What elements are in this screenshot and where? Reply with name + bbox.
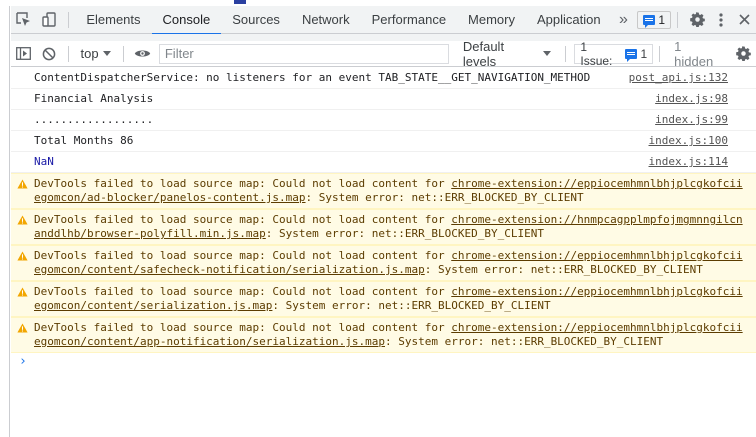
console-messages: ContentDispatcherService: no listeners f…: [11, 68, 756, 375]
log-levels-label: Default levels: [462, 38, 505, 69]
context-selector-label: top: [80, 46, 99, 61]
warning-icon: [17, 323, 28, 333]
warning-prefix: DevTools failed to load source map: Coul…: [34, 177, 452, 190]
tab-network[interactable]: Network: [291, 6, 361, 34]
warning-message: DevTools failed to load source map: Coul…: [11, 209, 756, 245]
warning-icon: [17, 215, 28, 225]
prompt-chevron-icon: ›: [19, 354, 27, 369]
tab-console[interactable]: Console: [151, 6, 222, 35]
warning-icon: [17, 179, 28, 189]
issues-count: 1: [640, 46, 648, 61]
tab-bar-actions: [671, 6, 756, 34]
warning-message: DevTools failed to load source map: Coul…: [11, 317, 756, 353]
console-message: NaN index.js:114: [11, 152, 756, 173]
warning-prefix: DevTools failed to load source map: Coul…: [34, 321, 452, 334]
clear-console-icon[interactable]: [36, 41, 61, 67]
warning-suffix: : System error: net::ERR_BLOCKED_BY_CLIE…: [385, 335, 664, 348]
issues-badge-count: 1: [658, 12, 665, 27]
issues-counter-button[interactable]: 1 Issue: 1: [574, 40, 654, 68]
console-message: Financial Analysis index.js:98: [11, 89, 756, 110]
toolbar-divider: [659, 45, 661, 62]
issues-badge[interactable]: 1: [637, 10, 671, 29]
devtools-tab-bar: Elements Console Sources Network Perform…: [11, 6, 756, 35]
gear-icon[interactable]: [684, 6, 710, 34]
source-link[interactable]: index.js:99: [655, 113, 728, 127]
console-message: .................. index.js:99: [11, 110, 756, 131]
warning-icon: [17, 251, 28, 261]
source-link[interactable]: post_api.js:132: [629, 71, 728, 85]
tab-memory[interactable]: Memory: [457, 6, 526, 34]
tab-application[interactable]: Application: [526, 6, 612, 34]
tab-sources[interactable]: Sources: [221, 6, 291, 34]
kebab-menu-icon[interactable]: [710, 6, 732, 34]
warning-message: DevTools failed to load source map: Coul…: [11, 245, 756, 281]
toolbar-divider: [565, 45, 567, 62]
toolbar-divider: [68, 11, 70, 28]
close-icon[interactable]: [732, 6, 756, 34]
source-link[interactable]: index.js:100: [649, 134, 728, 148]
sidebar-toggle-icon[interactable]: [11, 41, 36, 67]
warning-icon: [17, 287, 28, 297]
console-toolbar: top Filter Default levels 1 Issue: 1 1 h…: [11, 38, 756, 69]
context-selector[interactable]: top: [75, 46, 117, 61]
console-message: ContentDispatcherService: no listeners f…: [11, 68, 756, 89]
filter-input[interactable]: Filter: [158, 43, 449, 64]
log-levels-dropdown[interactable]: Default levels: [455, 39, 560, 69]
chevron-down-icon: [543, 51, 552, 56]
warning-suffix: : System error: net::ERR_BLOCKED_BY_CLIE…: [305, 191, 584, 204]
message-icon: [643, 14, 656, 28]
eye-icon[interactable]: [130, 41, 155, 67]
warning-prefix: DevTools failed to load source map: Coul…: [34, 213, 452, 226]
filter-placeholder: Filter: [164, 46, 194, 61]
warning-suffix: : System error: net::ERR_BLOCKED_BY_CLIE…: [265, 227, 544, 240]
warning-message: DevTools failed to load source map: Coul…: [11, 281, 756, 317]
issues-label: 1 Issue:: [580, 39, 613, 68]
chevron-down-icon: [102, 51, 111, 56]
message-text: Financial Analysis: [34, 92, 154, 105]
message-text: Total Months 86: [34, 134, 134, 147]
warning-suffix: : System error: net::ERR_BLOCKED_BY_CLIE…: [424, 263, 703, 276]
message-text: NaN: [34, 155, 54, 168]
warning-prefix: DevTools failed to load source map: Coul…: [34, 249, 452, 262]
hidden-messages-count: 1 hidden: [674, 38, 714, 69]
console-prompt[interactable]: ›: [11, 353, 756, 375]
message-text: ..................: [34, 113, 154, 126]
device-toolbar-icon[interactable]: [37, 6, 63, 34]
gear-icon[interactable]: [731, 41, 756, 67]
more-tabs-button[interactable]: »: [612, 6, 636, 34]
toolbar-divider: [122, 45, 124, 62]
warning-message: DevTools failed to load source map: Coul…: [11, 173, 756, 209]
console-message: Total Months 86 index.js:100: [11, 131, 756, 152]
inspect-element-icon[interactable]: [11, 6, 37, 34]
warning-suffix: : System error: net::ERR_BLOCKED_BY_CLIE…: [272, 299, 551, 312]
message-text: ContentDispatcherService: no listeners f…: [34, 71, 591, 84]
console-toolbar-gap: [11, 34, 756, 41]
page-left-edge: [0, 6, 10, 437]
tab-performance[interactable]: Performance: [361, 6, 457, 34]
tab-favicon-fragment: [234, 0, 246, 4]
message-icon: [624, 48, 637, 62]
tab-elements[interactable]: Elements: [75, 6, 151, 34]
source-link[interactable]: index.js:98: [655, 92, 728, 106]
source-link[interactable]: index.js:114: [649, 155, 728, 169]
warning-prefix: DevTools failed to load source map: Coul…: [34, 285, 452, 298]
toolbar-divider: [67, 45, 69, 62]
toolbar-divider: [677, 11, 678, 28]
